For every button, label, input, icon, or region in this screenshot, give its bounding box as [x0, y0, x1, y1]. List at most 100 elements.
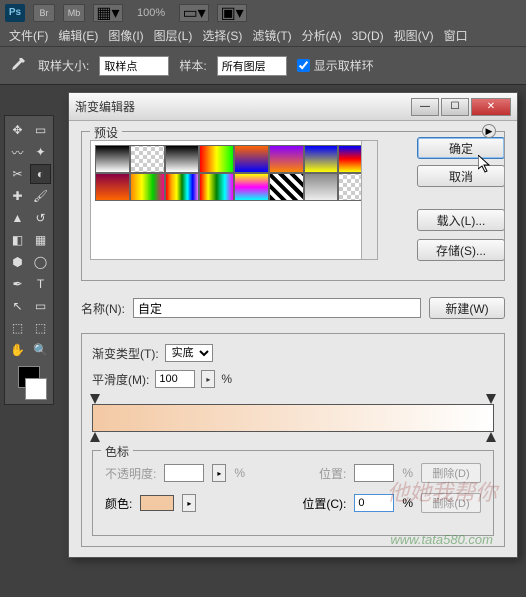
menubar: 文件(F) 编辑(E) 图像(I) 图层(L) 选择(S) 滤镜(T) 分析(A…: [0, 25, 526, 47]
shape-tool[interactable]: ▭: [30, 296, 51, 316]
color-stops-frame: 色标 不透明度: ▸ % 位置: % 删除(D) 颜色: ▸: [92, 450, 494, 536]
sample-size-select[interactable]: [99, 56, 169, 76]
preset-swatch[interactable]: [95, 173, 130, 201]
stamp-tool[interactable]: ▲: [7, 208, 28, 228]
sample-select[interactable]: [217, 56, 287, 76]
history-brush-tool[interactable]: ↺: [30, 208, 51, 228]
type-tool[interactable]: T: [30, 274, 51, 294]
menu-view[interactable]: 视图(V): [391, 25, 437, 46]
path-tool[interactable]: ↖: [7, 296, 28, 316]
smooth-stepper[interactable]: ▸: [201, 370, 215, 388]
position-c-input[interactable]: [354, 494, 394, 512]
show-ring-label: 显示取样环: [314, 57, 374, 74]
preset-swatch[interactable]: [269, 145, 304, 173]
new-button[interactable]: 新建(W): [429, 297, 505, 319]
blur-tool[interactable]: ⬢: [7, 252, 28, 272]
toolbox: ✥▭ 〰✦ ✂◐ ✚🖌 ▲↺ ◧▦ ⬢◯ ✒T ↖▭ ⬚⬚ ✋🔍: [4, 115, 54, 405]
menu-file[interactable]: 文件(F): [6, 25, 51, 46]
dialog-title: 渐变编辑器: [75, 98, 411, 115]
show-ring-check[interactable]: [297, 59, 310, 72]
preset-swatch[interactable]: [199, 173, 234, 201]
close-button[interactable]: ✕: [471, 98, 511, 116]
show-ring-checkbox[interactable]: 显示取样环: [297, 57, 374, 74]
dodge-tool[interactable]: ◯: [30, 252, 51, 272]
menu-3d[interactable]: 3D(D): [349, 27, 387, 45]
3d-tool[interactable]: ⬚: [7, 318, 28, 338]
menu-select[interactable]: 选择(S): [199, 25, 245, 46]
brush-tool[interactable]: 🖌: [30, 186, 51, 206]
smooth-input[interactable]: [155, 370, 195, 388]
stops-label: 色标: [101, 443, 133, 460]
background-swatch[interactable]: [25, 378, 47, 400]
maximize-button[interactable]: ☐: [441, 98, 469, 116]
arrange-dropdown[interactable]: ▭▾: [179, 4, 209, 22]
hand-tool[interactable]: ✋: [7, 340, 28, 360]
preset-swatch[interactable]: [234, 145, 269, 173]
heal-tool[interactable]: ✚: [7, 186, 28, 206]
lasso-tool[interactable]: 〰: [7, 142, 28, 162]
bridge-button[interactable]: Br: [33, 4, 55, 22]
eyedropper-tool-icon[interactable]: [8, 56, 28, 76]
menu-layer[interactable]: 图层(L): [151, 25, 196, 46]
preset-swatch[interactable]: [269, 173, 304, 201]
wand-tool[interactable]: ✦: [30, 142, 51, 162]
dialog-body: 确定 取消 载入(L)... 存储(S)... 预设 ▶: [69, 121, 517, 557]
color-stop-left[interactable]: [90, 432, 100, 442]
menu-filter[interactable]: 滤镜(T): [249, 25, 294, 46]
color-picker-arrow[interactable]: ▸: [182, 494, 196, 512]
gradient-tool[interactable]: ▦: [30, 230, 51, 250]
color-swatches[interactable]: [7, 366, 51, 400]
gradient-type-select[interactable]: 实底: [165, 344, 213, 362]
percent-label-4: %: [402, 496, 413, 510]
menu-image[interactable]: 图像(I): [105, 25, 146, 46]
menu-analysis[interactable]: 分析(A): [299, 25, 345, 46]
presets-label: 预设: [90, 124, 122, 141]
move-tool[interactable]: ✥: [7, 120, 28, 140]
preset-swatch[interactable]: [95, 145, 130, 173]
preset-swatch[interactable]: [165, 145, 200, 173]
presets-menu-icon[interactable]: ▶: [482, 124, 496, 138]
preset-swatch[interactable]: [304, 145, 339, 173]
preset-swatch[interactable]: [165, 173, 200, 201]
name-label: 名称(N):: [81, 300, 125, 317]
delete-color-stop-button[interactable]: 删除(D): [421, 493, 481, 513]
minimize-button[interactable]: —: [411, 98, 439, 116]
app-top-bar: Ps Br Mb ▦▾ 100% ▭▾ ▣▾: [0, 0, 526, 25]
screen-mode-dropdown[interactable]: ▣▾: [217, 4, 247, 22]
name-row: 名称(N): 新建(W): [81, 297, 505, 319]
marquee-tool[interactable]: ▭: [30, 120, 51, 140]
preset-swatch[interactable]: [130, 173, 165, 201]
name-input[interactable]: [133, 298, 421, 318]
gradient-bar[interactable]: [92, 404, 494, 432]
dialog-titlebar[interactable]: 渐变编辑器 — ☐ ✕: [69, 93, 517, 121]
position-c-label: 位置(C):: [302, 495, 346, 512]
gradient-preview[interactable]: [92, 404, 494, 432]
menu-window[interactable]: 窗口: [441, 25, 471, 46]
color-stop-right[interactable]: [486, 432, 496, 442]
view-dropdown[interactable]: ▦▾: [93, 4, 123, 22]
mb-button[interactable]: Mb: [63, 4, 85, 22]
preset-scrollbar[interactable]: [361, 141, 377, 259]
preset-grid[interactable]: [90, 140, 378, 260]
preset-swatch[interactable]: [234, 173, 269, 201]
preset-swatch[interactable]: [130, 145, 165, 173]
sample-size-label: 取样大小:: [38, 57, 89, 74]
camera-tool[interactable]: ⬚: [30, 318, 51, 338]
pen-tool[interactable]: ✒: [7, 274, 28, 294]
crop-tool[interactable]: ✂: [7, 164, 28, 184]
zoom-tool[interactable]: 🔍: [30, 340, 51, 360]
eraser-tool[interactable]: ◧: [7, 230, 28, 250]
opacity-stop-left[interactable]: [90, 394, 100, 404]
zoom-level[interactable]: 100%: [137, 7, 165, 19]
menu-edit[interactable]: 编辑(E): [55, 25, 101, 46]
opacity-label: 不透明度:: [105, 465, 156, 482]
color-swatch[interactable]: [140, 495, 174, 511]
preset-swatch[interactable]: [304, 173, 339, 201]
opacity-stop-right[interactable]: [486, 394, 496, 404]
gradient-type-label: 渐变类型(T):: [92, 345, 159, 362]
percent-label-3: %: [402, 466, 413, 480]
eyedropper-tool[interactable]: ◐: [30, 164, 51, 184]
color-label: 颜色:: [105, 495, 132, 512]
preset-swatch[interactable]: [199, 145, 234, 173]
delete-opacity-stop-button: 删除(D): [421, 463, 481, 483]
